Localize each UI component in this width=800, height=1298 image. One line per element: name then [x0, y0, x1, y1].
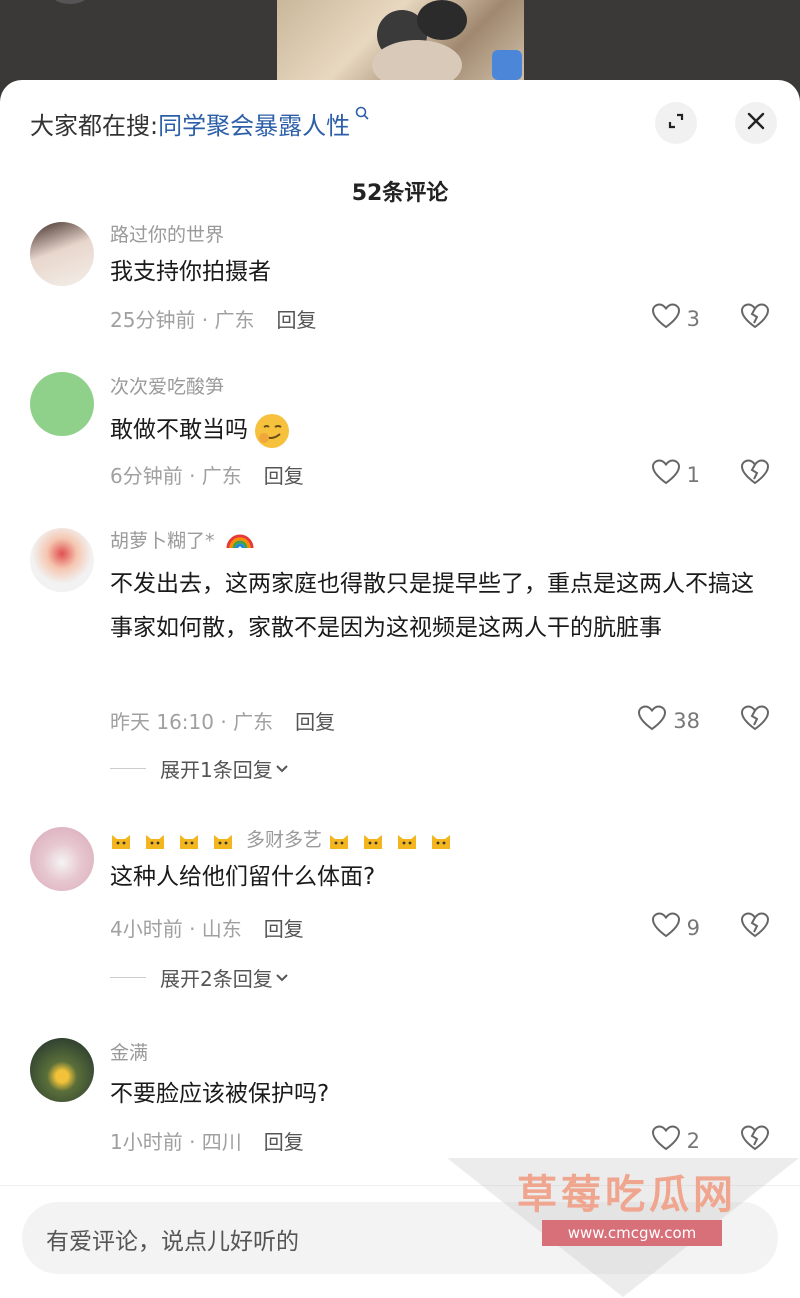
like-button[interactable]: 3 [651, 302, 700, 335]
avatar[interactable] [30, 372, 94, 436]
expand-icon [665, 110, 687, 136]
heart-icon [651, 458, 687, 491]
divider [110, 977, 146, 978]
cat-emoji-icon [110, 831, 132, 851]
comment-time: 25分钟前 · 广东 [110, 308, 255, 332]
expand-button[interactable] [655, 102, 697, 144]
reply-button[interactable]: 回复 [295, 710, 335, 734]
comment-text: 这种人给他们留什么体面? [110, 864, 376, 890]
comment-text: 敢做不敢当吗 [110, 417, 248, 443]
heart-icon [651, 302, 687, 335]
comment-username[interactable]: 多财多艺 [246, 829, 322, 851]
heart-icon [651, 1124, 687, 1157]
like-count: 2 [686, 1128, 700, 1153]
reply-button[interactable]: 回复 [277, 308, 317, 332]
cat-emoji-icon [430, 831, 452, 851]
like-count: 3 [686, 306, 700, 331]
like-count: 1 [686, 462, 700, 487]
dislike-button[interactable] [740, 302, 770, 334]
comment-username[interactable]: 胡萝卜糊了* [110, 530, 215, 552]
comment-time: 昨天 16:10 · 广东 [110, 710, 274, 734]
cat-emoji-icon [362, 831, 384, 851]
divider [110, 768, 146, 769]
comment-time: 1小时前 · 四川 [110, 1130, 242, 1154]
comment-text: 我支持你拍摄者 [110, 259, 271, 285]
creator-avatar[interactable] [50, 0, 90, 4]
broken-heart-icon [740, 1125, 770, 1156]
expand-replies-button[interactable]: 展开2条回复 [110, 963, 291, 992]
search-term[interactable]: 同学聚会暴露人性 [158, 112, 350, 140]
search-prefix: 大家都在搜: [30, 112, 159, 140]
like-button[interactable]: 38 [637, 704, 700, 737]
chevron-down-icon [273, 966, 291, 990]
search-icon[interactable] [350, 106, 371, 126]
expand-replies-label: 展开1条回复 [160, 758, 273, 782]
dislike-button[interactable] [740, 1124, 770, 1156]
comment-text: 不要脸应该被保护吗? [110, 1081, 330, 1107]
expand-replies-button[interactable]: 展开1条回复 [110, 754, 291, 783]
close-icon [745, 110, 767, 136]
cat-emoji-icon [178, 831, 200, 851]
like-button[interactable]: 1 [651, 458, 700, 491]
cat-emoji-icon [212, 831, 234, 851]
broken-heart-icon [740, 459, 770, 490]
like-count: 38 [673, 708, 700, 733]
comment-time: 4小时前 · 山东 [110, 917, 242, 941]
close-button[interactable] [735, 102, 777, 144]
expand-replies-label: 展开2条回复 [160, 967, 273, 991]
watermark-url: www.cmcgw.com [542, 1220, 722, 1246]
comment-input-placeholder: 有爱评论，说点儿好听的 [46, 1229, 299, 1255]
comment-time: 6分钟前 · 广东 [110, 464, 242, 488]
reply-button[interactable]: 回复 [264, 464, 304, 488]
smirk-emoji-icon [255, 413, 290, 448]
avatar[interactable] [30, 528, 94, 592]
comment-username[interactable]: 次次爱吃酸笋 [110, 372, 224, 399]
reply-button[interactable]: 回复 [264, 1130, 304, 1154]
comment-text: 不发出去，这两家庭也得散只是提早些了，重点是这两人不搞这事家如何散，家散不是因为… [110, 571, 754, 641]
like-button[interactable]: 9 [651, 911, 700, 944]
video-background [0, 0, 800, 90]
dislike-button[interactable] [740, 458, 770, 490]
comment-username[interactable]: 金满 [110, 1038, 148, 1065]
broken-heart-icon [740, 303, 770, 334]
comment-count: 52条评论 [351, 181, 449, 206]
avatar[interactable] [30, 222, 94, 286]
heart-icon [637, 704, 673, 737]
dislike-button[interactable] [740, 704, 770, 736]
watermark-title: 草莓吃瓜网 [517, 1172, 737, 1218]
rainbow-emoji-icon [225, 528, 255, 555]
video-thumbnail[interactable] [277, 0, 524, 90]
avatar[interactable] [30, 1038, 94, 1102]
cat-emoji-icon [396, 831, 418, 851]
heart-icon [651, 911, 687, 944]
avatar[interactable] [30, 827, 94, 891]
cat-emoji-icon [144, 831, 166, 851]
comment-sheet: 大家都在搜:同学聚会暴露人性 52条评论 路过你的世界 我支持你拍摄者 25分钟… [0, 80, 800, 1297]
watermark: 草莓吃瓜网 www.cmcgw.com [447, 1158, 800, 1297]
broken-heart-icon [740, 705, 770, 736]
dislike-button[interactable] [740, 911, 770, 943]
cat-emoji-icon [328, 831, 350, 851]
broken-heart-icon [740, 912, 770, 943]
chevron-down-icon [273, 757, 291, 781]
like-button[interactable]: 2 [651, 1124, 700, 1157]
comment-username[interactable]: 路过你的世界 [110, 220, 224, 247]
search-suggestion[interactable]: 大家都在搜:同学聚会暴露人性 [30, 106, 371, 141]
reply-button[interactable]: 回复 [264, 917, 304, 941]
like-count: 9 [686, 915, 700, 940]
